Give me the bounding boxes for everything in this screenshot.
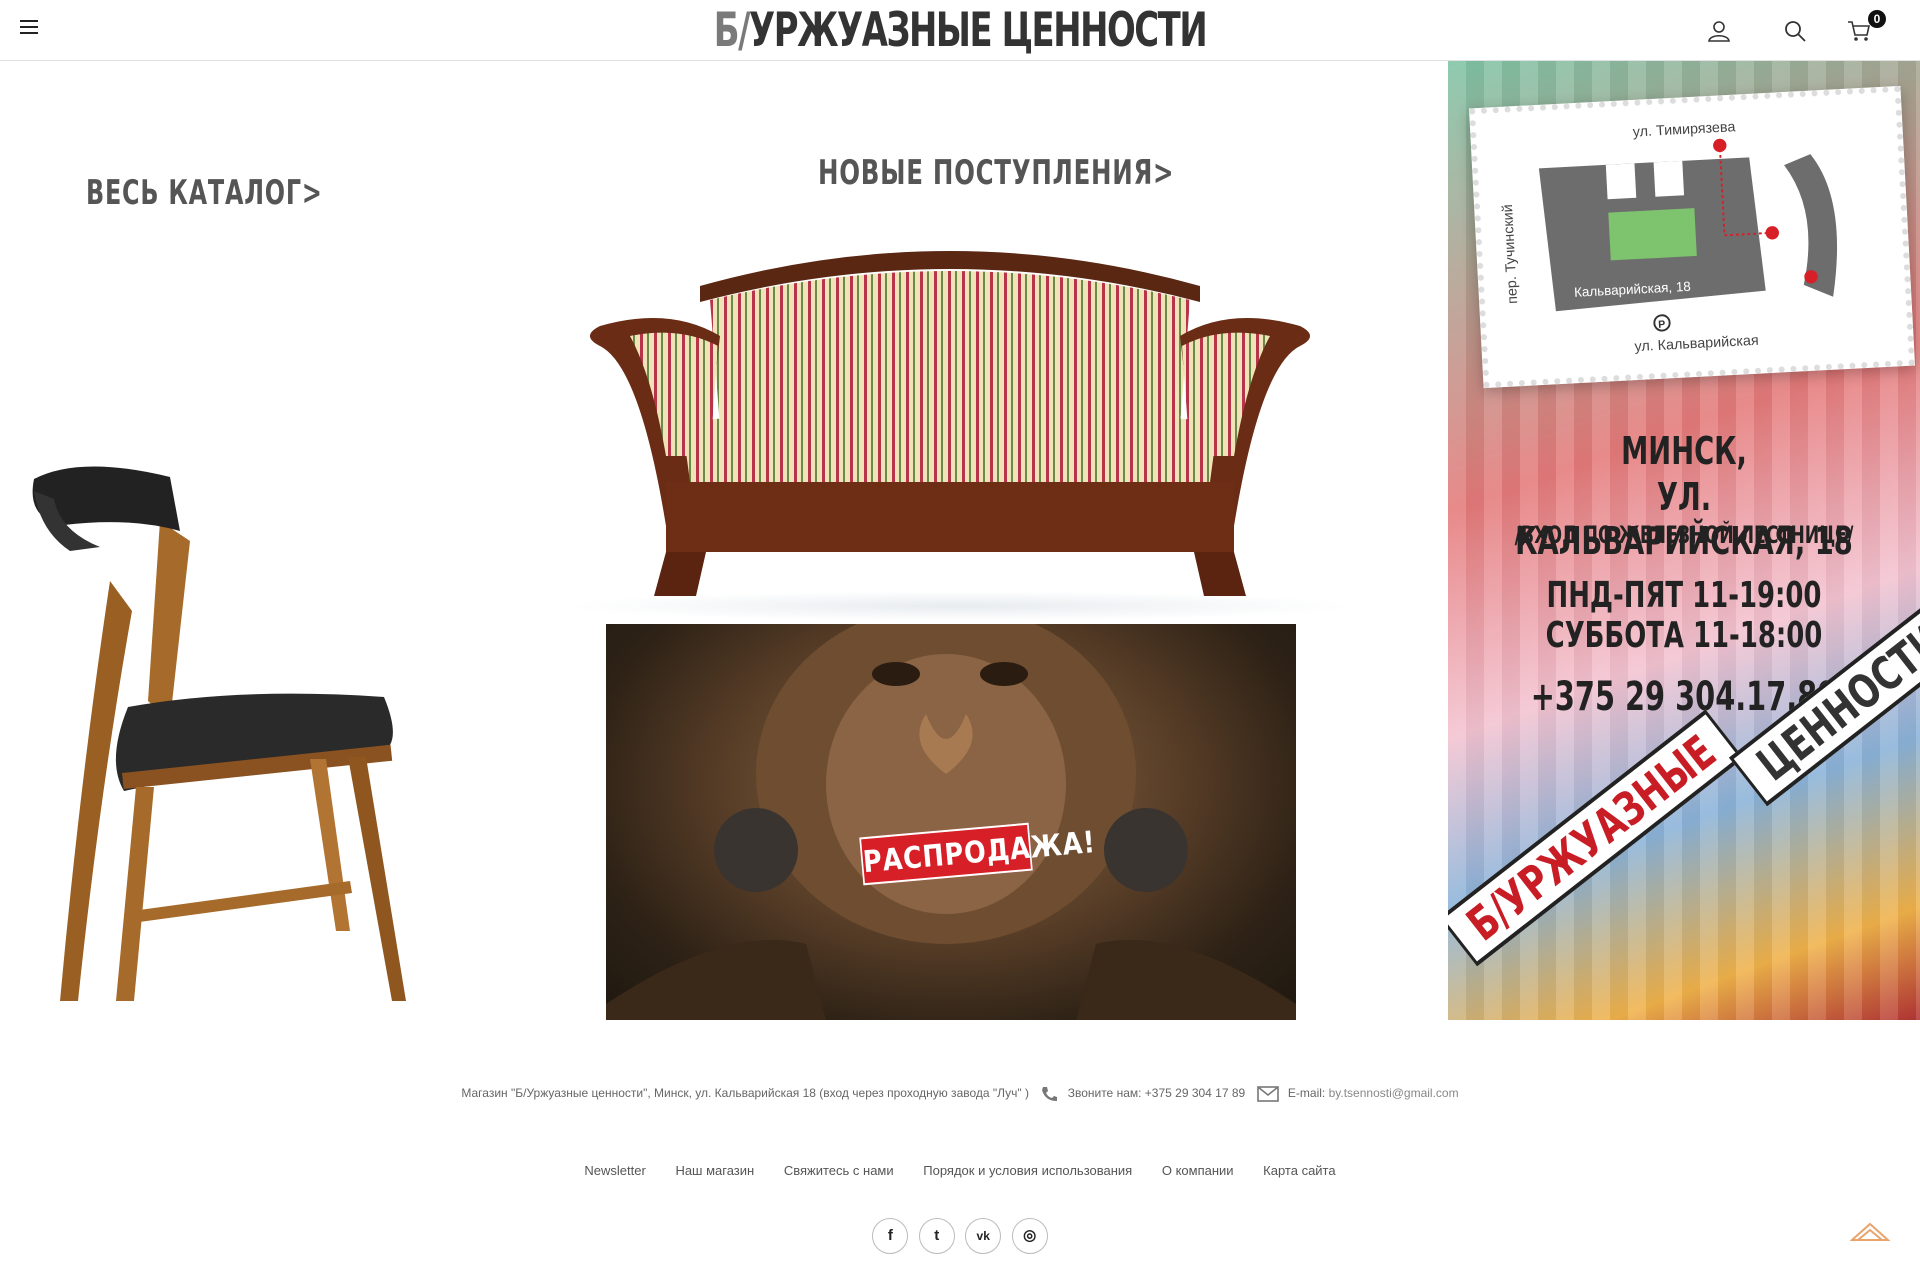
store-entrance-note: /ВХОД ПО ЖЕЛЕЗНОЙ ЛЕСТНИЦЕ/ [1514,521,1854,549]
footer-link-newsletter[interactable]: Newsletter [584,1163,645,1178]
new-arrivals-link[interactable]: НОВЫЕ ПОСТУПЛЕНИЯ> [818,153,1174,193]
site-logo[interactable]: Б/УРЖУАЗНЫЕ ЦЕННОСТИ [269,4,1651,58]
sofa-image[interactable] [570,226,1330,606]
logo-prefix: Б/ [713,3,751,58]
footer-contact-line: Магазин "Б/Уржуазные ценности", Минск, у… [0,1086,1920,1102]
store-hours-weekdays: ПНД-ПЯТ 11-19:00 [1546,575,1822,616]
twitter-icon[interactable]: t [918,1218,955,1254]
menu-icon[interactable] [20,20,38,34]
store-city: МИНСК, [1621,429,1747,473]
footer-nav: Newsletter Наш магазин Свяжитесь с нами … [0,1163,1920,1178]
user-icon[interactable] [1706,18,1732,44]
footer-link-our-store[interactable]: Наш магазин [675,1163,754,1178]
search-icon[interactable] [1782,18,1808,44]
site-header: Б/УРЖУАЗНЫЕ ЦЕННОСТИ 0 [0,0,1920,61]
store-hours-saturday: СУББОТА 11-18:00 [1545,615,1823,656]
footer-address: Магазин "Б/Уржуазные ценности", Минск, у… [461,1086,1030,1101]
footer-email-label: E-mail: [1287,1086,1326,1101]
lion-illustration [606,624,1296,1020]
footer-link-sitemap[interactable]: Карта сайта [1263,1163,1335,1178]
social-links: f t vk ◎ [0,1218,1920,1254]
scroll-to-top-icon[interactable] [1850,1222,1890,1242]
footer-phone: Звоните нам: +375 29 304 17 89 [1067,1086,1246,1101]
store-info-panel[interactable]: ул. Тимирязева пер. Тучинский Кальварийс… [1448,61,1920,1020]
phone-icon [1042,1087,1058,1101]
email-icon [1256,1086,1279,1102]
footer-link-about[interactable]: О компании [1162,1163,1234,1178]
facebook-icon[interactable]: f [872,1218,909,1254]
sale-lion-image[interactable]: РАСПРОДАЖА! [606,624,1296,1020]
cart-count-badge: 0 [1868,10,1886,28]
footer-link-contact[interactable]: Свяжитесь с нами [784,1163,894,1178]
chair-image[interactable] [20,461,420,1020]
catalog-link[interactable]: ВЕСЬ КАТАЛОГ> [86,173,323,213]
store-map: ул. Тимирязева пер. Тучинский Кальварийс… [1468,85,1916,389]
store-street: УЛ. КАЛЬВАРИЙСКАЯ, 18 [1515,475,1853,563]
hero-section: ВЕСЬ КАТАЛОГ> НОВЫЕ ПОСТУПЛЕНИЯ> РАСПРОД… [0,61,1448,1020]
footer-link-terms[interactable]: Порядок и условия использования [923,1163,1132,1178]
vk-icon[interactable]: vk [965,1218,1002,1254]
instagram-icon[interactable]: ◎ [1011,1218,1048,1254]
logo-text: УРЖУАЗНЫЕ ЦЕННОСТИ [749,3,1208,58]
parking-label: P [1658,319,1666,331]
footer-email-link[interactable]: by.tsennosti@gmail.com [1329,1086,1459,1100]
